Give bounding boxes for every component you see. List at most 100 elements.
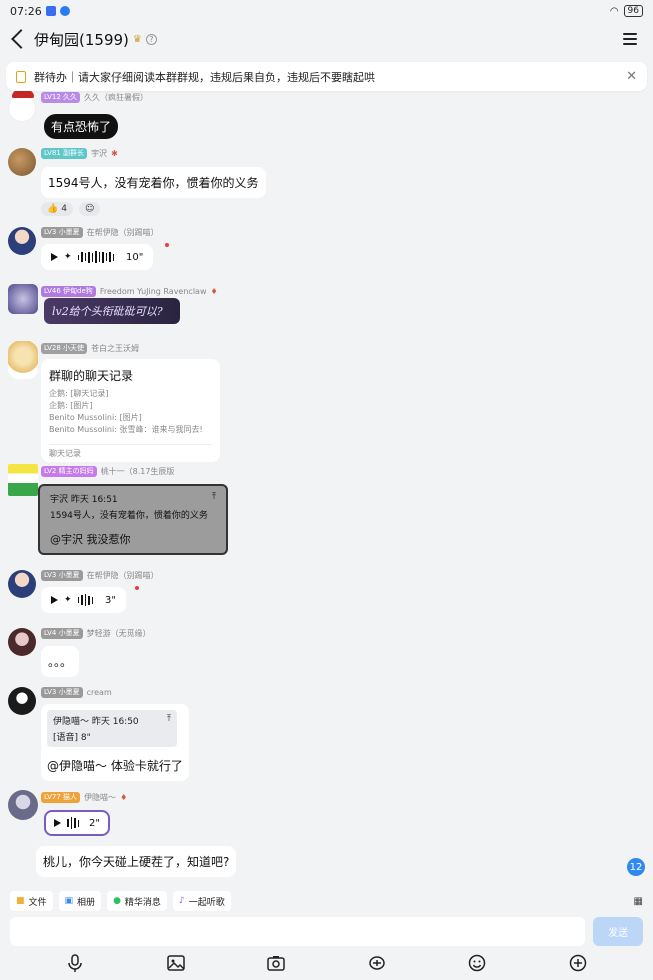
message-item: LV46 伊甸de狗 Freedom YuJing Ravenclaw ♦ lv…: [8, 284, 628, 334]
group-notice-banner[interactable]: 群待办｜请大家仔细阅读本群群规，违规后果自负，违规后不要瞎起哄 ✕: [6, 62, 647, 91]
level-badge: LV3 小墨夏: [41, 227, 83, 238]
menu-icon[interactable]: [623, 33, 637, 45]
play-icon[interactable]: [51, 596, 58, 604]
record-line: Benito Mussolini: [图片]: [49, 413, 142, 422]
sender-name[interactable]: 在帮伊隐（别踢喵）: [87, 570, 159, 581]
message-item: LV28 小天使 苍白之王沃姆 群聊的聊天记录 企鹅: [聊天记录] 企鹅: […: [8, 341, 628, 462]
close-icon[interactable]: ✕: [626, 69, 637, 84]
jump-to-icon[interactable]: ⤒: [167, 714, 171, 727]
back-arrow-icon[interactable]: [11, 29, 31, 49]
avatar[interactable]: [8, 464, 38, 496]
jump-to-icon[interactable]: ⤒: [212, 492, 216, 505]
sender-name[interactable]: cream: [87, 688, 112, 697]
avatar[interactable]: [8, 148, 36, 176]
listen-together-button[interactable]: ♪ 一起听歌: [172, 891, 231, 911]
unread-count-badge[interactable]: 12: [627, 858, 645, 876]
reaction-count: 4: [61, 204, 67, 214]
wifi-icon: ◠: [609, 5, 619, 17]
avatar[interactable]: [8, 570, 36, 598]
transcribe-icon[interactable]: ✦: [64, 252, 72, 262]
voice-message[interactable]: 2": [44, 810, 110, 836]
message-bubble[interactable]: lv2给个头衔砒砒可以?: [44, 298, 180, 324]
help-icon[interactable]: ?: [145, 33, 157, 45]
level-badge: LV4 小墨夏: [41, 628, 83, 639]
message-bubble[interactable]: 有点恐怖了: [44, 114, 119, 139]
message-bubble[interactable]: 。。。: [41, 646, 80, 677]
quoted-message[interactable]: 伊隐喵～ 昨天 16:50 ⤒ [语音] 8": [47, 710, 177, 747]
reply-text: @伊隐喵～ 体验卡就行了: [47, 759, 183, 773]
play-icon[interactable]: [54, 819, 61, 827]
flame-icon: ♦: [210, 287, 218, 296]
unplayed-dot: [135, 586, 139, 590]
voice-message[interactable]: ✦ 3": [41, 587, 127, 613]
sender-name[interactable]: 宇沢: [91, 148, 107, 159]
app-notification-icon-2: [59, 6, 70, 16]
santa-hat-icon: [12, 90, 34, 98]
folder-icon: ■: [16, 896, 25, 906]
message-bubble[interactable]: 1594号人，没有宠着你，惯着你的义务: [41, 167, 266, 198]
play-icon[interactable]: [51, 253, 58, 261]
avatar[interactable]: [8, 790, 38, 820]
sender-name[interactable]: 苍白之王沃姆: [91, 343, 139, 354]
battery-icon: 96: [623, 5, 643, 17]
album-button[interactable]: ▣ 相册: [58, 891, 102, 911]
highlights-label: 精华消息: [124, 897, 161, 908]
message-item: LV81 副群长 宇沢 ✱ 1594号人，没有宠着你，惯着你的义务 👍 4 ☺: [8, 146, 628, 226]
red-packet-icon[interactable]: [367, 953, 387, 973]
avatar[interactable]: [8, 94, 36, 122]
transcribe-icon[interactable]: ✦: [64, 595, 72, 605]
highlights-button[interactable]: ● 精华消息: [107, 891, 167, 911]
waveform: [77, 251, 115, 263]
sender-name[interactable]: 伊隐喵～: [84, 792, 116, 803]
message-input[interactable]: [10, 917, 585, 946]
image-icon: ▣: [64, 896, 74, 906]
file-button[interactable]: ■ 文件: [10, 891, 53, 911]
level-badge: LV12 久久: [41, 92, 81, 103]
record-footer: 聊天记录: [49, 444, 212, 462]
microphone-icon[interactable]: [65, 953, 85, 973]
sender-name[interactable]: 桃十一（8.17生辰版: [101, 466, 175, 477]
quoted-text: [语音] 8": [53, 733, 91, 743]
avatar[interactable]: [8, 227, 36, 255]
sender-name[interactable]: 梦轻游（无觅缘）: [87, 628, 151, 639]
avatar[interactable]: [8, 687, 36, 715]
star-icon: ●: [113, 896, 121, 906]
waveform: [67, 817, 79, 829]
waveform: [77, 594, 94, 606]
gallery-icon[interactable]: [166, 953, 186, 973]
avatar[interactable]: [8, 284, 38, 314]
avatar[interactable]: [8, 341, 38, 379]
emoji-icon[interactable]: [467, 953, 487, 973]
message-item: LV3 小墨夏 cream 伊隐喵～ 昨天 16:50 ⤒ [语音] 8" @伊隐…: [8, 685, 628, 781]
message-item: LV3 小墨夏 在帮伊隐（别踢喵） ✦ 3": [8, 568, 628, 618]
message-bubble[interactable]: 桃儿，你今天碰上硬茬了，知道吧?: [36, 846, 237, 877]
chat-record-card[interactable]: 群聊的聊天记录 企鹅: [聊天记录] 企鹅: [图片] Benito Musso…: [41, 359, 220, 462]
status-time: 07:26: [10, 4, 42, 18]
level-badge: LV3 小墨夏: [41, 687, 83, 698]
sender-name[interactable]: 在帮伊隐（别踢喵）: [87, 227, 159, 238]
thumbs-up-reaction[interactable]: 👍 4: [41, 202, 73, 216]
reply-bubble[interactable]: 伊隐喵～ 昨天 16:50 ⤒ [语音] 8" @伊隐喵～ 体验卡就行了: [41, 704, 189, 781]
thumbs-up-icon: 👍: [47, 204, 59, 214]
input-area: 发送: [10, 917, 643, 946]
camera-icon[interactable]: [266, 953, 286, 973]
voice-message[interactable]: ✦ 10": [41, 244, 154, 270]
sender-name[interactable]: Freedom YuJing Ravenclaw: [100, 287, 207, 296]
music-icon: ♪: [178, 896, 185, 906]
message-item: LV2 精主の妈妈 桃十一（8.17生辰版 宇沢 昨天 16:51 ⤒ 1594号…: [8, 464, 628, 556]
plus-icon[interactable]: [568, 953, 588, 973]
quoted-text: 1594号人，没有宠着你，惯着你的义务: [50, 511, 208, 521]
send-button[interactable]: 发送: [593, 917, 643, 946]
unplayed-dot: [165, 243, 169, 247]
level-badge: LV46 伊甸de狗: [41, 286, 96, 297]
add-reaction-button[interactable]: ☺: [78, 202, 101, 216]
level-badge: LV81 副群长: [41, 148, 88, 159]
more-apps-icon[interactable]: ▦: [634, 896, 643, 907]
sender-name[interactable]: 久久（疯狂暑假）: [84, 92, 148, 103]
listen-label: 一起听歌: [188, 897, 225, 908]
reply-bubble[interactable]: 宇沢 昨天 16:51 ⤒ 1594号人，没有宠着你，惯着你的义务 @宇沢 我没惹…: [38, 484, 228, 555]
group-badge-icon: ♛: [132, 33, 142, 45]
voice-duration: 2": [89, 817, 100, 829]
message-list[interactable]: LV12 久久 久久（疯狂暑假） 有点恐怖了 LV81 副群长 宇沢 ✱ 159…: [0, 90, 653, 884]
avatar[interactable]: [8, 628, 36, 656]
